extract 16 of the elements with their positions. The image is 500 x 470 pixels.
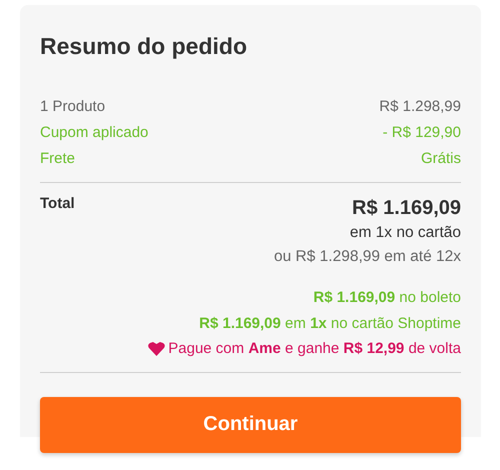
line-value: Grátis	[420, 149, 461, 169]
line-value: R$ 1.298,99	[379, 97, 461, 117]
offer-text: R$ 1.169,09 em 1x no cartão Shoptime	[199, 314, 461, 334]
line-label: Cupom aplicado	[40, 123, 148, 143]
line-label: 1 Produto	[40, 97, 106, 117]
installments-text: ou R$ 1.298,99 em até 12x	[274, 247, 461, 267]
payment-note: em 1x no cartão	[350, 223, 461, 243]
cashback-text: Pague com Ame e ganhe R$ 12,99 de volta	[168, 339, 461, 359]
line-value: - R$ 129,90	[382, 123, 461, 143]
heart-icon	[148, 342, 166, 356]
line-label: Frete	[40, 149, 76, 169]
total-label: Total	[40, 195, 75, 214]
continue-button[interactable]: Continuar	[40, 396, 461, 452]
total-amount: R$ 1.169,09	[352, 196, 461, 221]
summary-title: Resumo do pedido	[40, 33, 248, 60]
offer-text: R$ 1.169,09 no boleto	[313, 288, 461, 308]
